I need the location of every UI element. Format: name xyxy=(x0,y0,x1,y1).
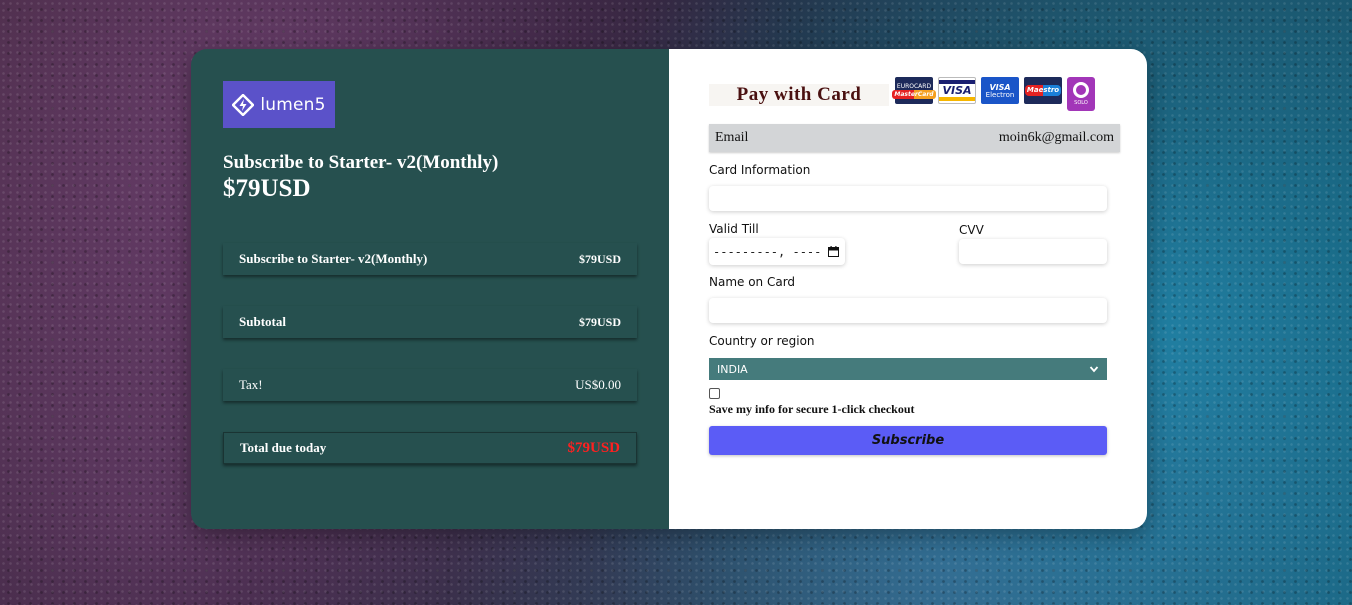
visa-electron-icon: VISA Electron xyxy=(981,77,1019,104)
valid-till-value: ---------, ---- xyxy=(713,244,822,259)
solo-icon: SOLO xyxy=(1067,77,1095,111)
eurocard-mastercard-icon: EUROCARD MasterCard xyxy=(892,77,936,104)
plan-title: Subscribe to Starter- v2(Monthly) xyxy=(223,152,499,173)
country-label: Country or region xyxy=(709,334,815,348)
summary-row-subtotal: Subtotal $79USD xyxy=(223,306,637,338)
summary-row-label: Subscribe to Starter- v2(Monthly) xyxy=(239,251,428,266)
checkout-card: lumen5 Subscribe to Starter- v2(Monthly)… xyxy=(191,49,1147,529)
summary-row-value: US$0.00 xyxy=(575,377,621,392)
name-on-card-input[interactable] xyxy=(709,298,1107,323)
visa-icon: VISA xyxy=(938,77,976,104)
valid-till-input[interactable]: ---------, ---- xyxy=(709,238,845,265)
pay-title-bar: Pay with Card xyxy=(709,84,889,106)
total-due-value: $79USD xyxy=(567,439,620,456)
summary-row-total: Total due today $79USD xyxy=(223,432,637,464)
name-on-card-label: Name on Card xyxy=(709,275,796,289)
brand-logo: lumen5 xyxy=(223,81,335,128)
country-select[interactable]: INDIA xyxy=(709,358,1107,380)
order-summary-panel: lumen5 Subscribe to Starter- v2(Monthly)… xyxy=(191,49,669,529)
valid-till-label: Valid Till xyxy=(709,222,759,236)
email-row: Email moin6k@gmail.com xyxy=(709,124,1120,152)
subscribe-button[interactable]: Subscribe xyxy=(709,426,1107,455)
summary-row-label: Total due today xyxy=(240,440,327,455)
maestro-icon: Maestro xyxy=(1024,77,1062,104)
plan-price: $79USD xyxy=(223,175,311,202)
brand-name: lumen5 xyxy=(260,94,326,115)
cvv-label: CVV xyxy=(959,223,984,237)
lumen5-logo-icon xyxy=(232,93,255,116)
country-value: INDIA xyxy=(717,362,748,376)
payment-panel: Pay with Card EUROCARD MasterCard VISA V… xyxy=(669,49,1147,529)
card-logos: EUROCARD MasterCard VISA VISA Electron M… xyxy=(892,77,1095,111)
summary-row-value: $79USD xyxy=(578,251,621,266)
email-value: moin6k@gmail.com xyxy=(998,130,1114,145)
summary-row-label: Subtotal xyxy=(239,314,286,329)
pay-title: Pay with Card xyxy=(736,84,862,105)
email-label: Email xyxy=(715,130,749,145)
card-info-label: Card Information xyxy=(709,163,811,177)
summary-row-plan: Subscribe to Starter- v2(Monthly) $79USD xyxy=(223,243,637,275)
chevron-down-icon xyxy=(1089,366,1099,373)
summary-row-tax: Tax! US$0.00 xyxy=(223,369,637,401)
summary-row-label: Tax! xyxy=(239,377,263,392)
save-info-checkbox[interactable] xyxy=(709,388,720,399)
save-info-label: Save my info for secure 1-click checkout xyxy=(709,402,915,416)
calendar-icon[interactable] xyxy=(828,246,839,257)
summary-row-value: $79USD xyxy=(578,314,621,329)
card-number-input[interactable] xyxy=(709,186,1107,211)
cvv-input[interactable] xyxy=(959,239,1107,264)
